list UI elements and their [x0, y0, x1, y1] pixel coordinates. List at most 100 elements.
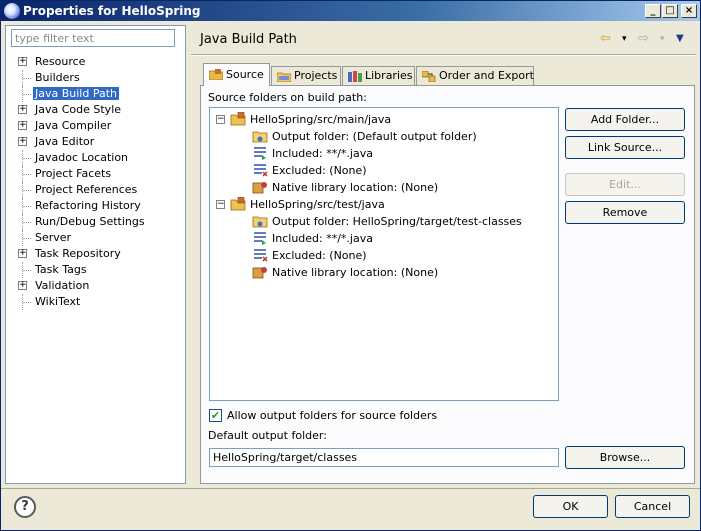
nav-item-java-build-path[interactable]: Java Build Path	[6, 86, 186, 102]
page-navigation: ⇦ ▾ ⇨ ▾ ▼	[600, 31, 690, 47]
nav-item-label: Task Tags	[35, 263, 87, 276]
nav-item-label: Builders	[35, 71, 80, 84]
tree-item-src-main-java[interactable]: − HelloSpring/src/main/java	[216, 111, 546, 128]
tree-item-src-test-java[interactable]: − HelloSpring/src/test/java	[216, 196, 546, 213]
tree-item-label: Excluded: (None)	[272, 249, 367, 262]
tree-item-label: Included: **/*.java	[272, 147, 373, 160]
help-icon[interactable]: ?	[14, 496, 36, 518]
libraries-icon	[348, 71, 362, 82]
nav-item-validation[interactable]: + Validation	[6, 278, 186, 294]
nav-item-project-facets[interactable]: Project Facets	[6, 166, 186, 182]
tree-connector	[22, 214, 32, 230]
tree-item-label: Excluded: (None)	[272, 164, 367, 177]
excluded-filter-icon	[254, 164, 268, 177]
tab-label: Order and Export	[439, 69, 534, 82]
nav-item-resource[interactable]: + Resource	[6, 54, 186, 70]
included-filter-icon	[254, 147, 266, 160]
tree-connector	[22, 150, 32, 166]
included-filter-icon	[254, 232, 266, 245]
tree-item-included[interactable]: Included: **/*.java	[250, 230, 550, 247]
allow-output-folders-checkbox[interactable]: ✔	[209, 409, 222, 422]
back-dropdown-icon[interactable]: ▾	[622, 34, 627, 44]
collapse-minus-icon[interactable]: −	[216, 200, 225, 209]
nav-item-refactoring-history[interactable]: Refactoring History	[6, 198, 186, 214]
native-library-icon	[252, 182, 267, 194]
nav-item-label: Java Compiler	[35, 119, 112, 132]
tree-item-native-library[interactable]: Native library location: (None)	[250, 179, 550, 196]
excluded-filter-icon	[254, 249, 268, 262]
nav-item-javadoc-location[interactable]: Javadoc Location	[6, 150, 186, 166]
footer-divider	[1, 488, 700, 489]
browse-button[interactable]: Browse...	[565, 446, 685, 469]
allow-output-folders-label: Allow output folders for source folders	[227, 409, 438, 422]
source-folder-tree[interactable]: − HelloSpring/src/main/java Output folde…	[209, 107, 559, 401]
cancel-button[interactable]: Cancel	[615, 495, 690, 518]
tab-label: Libraries	[365, 69, 413, 82]
expand-plus-icon[interactable]: +	[18, 121, 27, 130]
tree-item-output-folder[interactable]: Output folder: HelloSpring/target/test-c…	[250, 213, 550, 230]
tab-libraries[interactable]: Libraries	[342, 66, 415, 85]
tab-source[interactable]: Source	[203, 63, 270, 86]
tree-connector	[22, 182, 32, 198]
nav-item-label: Server	[35, 231, 72, 244]
projects-icon	[277, 72, 291, 82]
eclipse-icon	[4, 3, 20, 19]
forward-dropdown-icon[interactable]: ▾	[660, 34, 665, 44]
view-menu-icon[interactable]: ▼	[676, 33, 684, 44]
expand-plus-icon[interactable]: +	[18, 249, 27, 258]
package-folder-icon	[230, 112, 246, 126]
close-button[interactable]: ×	[681, 4, 697, 18]
nav-item-task-tags[interactable]: Task Tags	[6, 262, 186, 278]
tree-connector	[22, 86, 32, 102]
nav-item-label: Java Build Path	[33, 87, 120, 100]
title-bar[interactable]: Properties for HelloSpring _ □ ×	[1, 1, 700, 21]
add-folder-button[interactable]: Add Folder...	[565, 108, 685, 131]
tree-connector	[22, 230, 32, 246]
ok-button[interactable]: OK	[533, 495, 608, 518]
nav-item-java-code-style[interactable]: + Java Code Style	[6, 102, 186, 118]
tab-label: Source	[226, 68, 264, 81]
nav-item-java-compiler[interactable]: + Java Compiler	[6, 118, 186, 134]
tree-connector	[22, 166, 32, 182]
tab-projects[interactable]: Projects	[271, 66, 341, 85]
collapse-minus-icon[interactable]: −	[216, 115, 225, 124]
link-source-button[interactable]: Link Source...	[565, 136, 685, 159]
nav-item-label: Task Repository	[35, 247, 121, 260]
default-output-folder-label: Default output folder:	[208, 429, 327, 442]
maximize-button[interactable]: □	[662, 4, 678, 18]
edit-button[interactable]: Edit...	[565, 173, 685, 196]
output-folder-icon	[252, 131, 268, 143]
nav-item-wikitext[interactable]: WikiText	[6, 294, 186, 310]
forward-arrow-icon[interactable]: ⇨	[638, 31, 649, 46]
nav-item-java-editor[interactable]: + Java Editor	[6, 134, 186, 150]
default-output-folder-input[interactable]	[209, 448, 559, 467]
expand-plus-icon[interactable]: +	[18, 105, 27, 114]
nav-item-label: Java Editor	[35, 135, 95, 148]
nav-item-server[interactable]: Server	[6, 230, 186, 246]
nav-item-label: Run/Debug Settings	[35, 215, 145, 228]
tree-item-native-library[interactable]: Native library location: (None)	[250, 264, 550, 281]
nav-item-label: Project References	[35, 183, 138, 196]
minimize-button[interactable]: _	[645, 4, 661, 18]
back-arrow-icon[interactable]: ⇦	[600, 31, 611, 46]
expand-plus-icon[interactable]: +	[18, 57, 27, 66]
filter-input[interactable]	[11, 29, 175, 47]
expand-plus-icon[interactable]: +	[18, 137, 27, 146]
nav-item-project-references[interactable]: Project References	[6, 182, 186, 198]
nav-item-task-repository[interactable]: + Task Repository	[6, 246, 186, 262]
tree-item-label: HelloSpring/src/test/java	[250, 198, 385, 211]
tree-item-included[interactable]: Included: **/*.java	[250, 145, 550, 162]
page-title: Java Build Path	[200, 32, 297, 47]
tree-connector	[22, 262, 32, 278]
source-folder-icon	[209, 69, 223, 80]
tree-item-excluded[interactable]: Excluded: (None)	[250, 247, 550, 264]
tab-order-and-export[interactable]: Order and Export	[416, 66, 534, 85]
nav-item-builders[interactable]: Builders	[6, 70, 186, 86]
remove-button[interactable]: Remove	[565, 201, 685, 224]
nav-item-run-debug-settings[interactable]: Run/Debug Settings	[6, 214, 186, 230]
output-folder-icon	[252, 216, 268, 228]
tree-item-excluded[interactable]: Excluded: (None)	[250, 162, 550, 179]
tree-item-output-folder[interactable]: Output folder: (Default output folder)	[250, 128, 550, 145]
window-title: Properties for HelloSpring	[23, 4, 201, 18]
expand-plus-icon[interactable]: +	[18, 281, 27, 290]
